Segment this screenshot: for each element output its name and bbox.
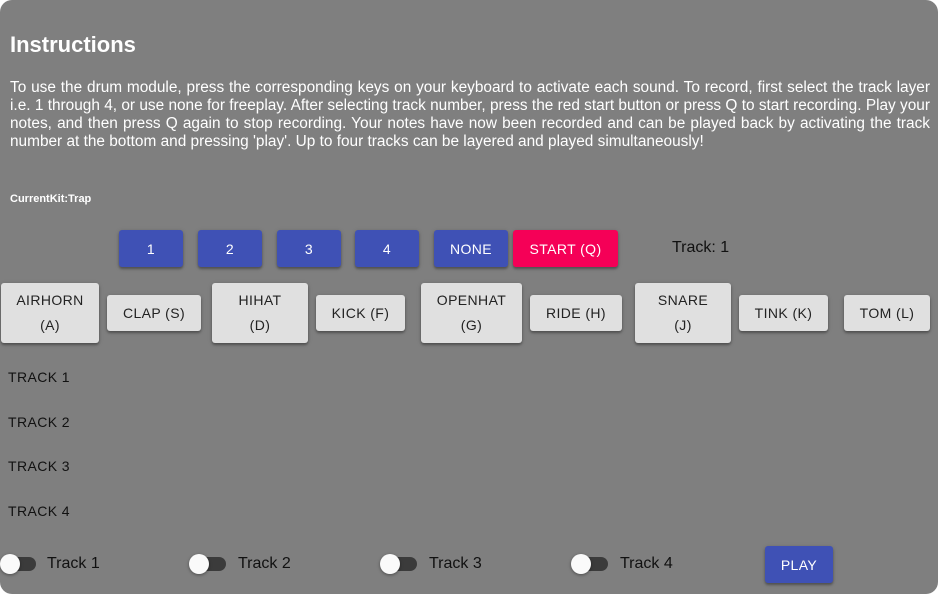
track-2-lane-label: TRACK 2 xyxy=(8,414,70,430)
track-4-button[interactable]: 4 xyxy=(355,230,419,267)
play-button[interactable]: PLAY xyxy=(765,546,833,583)
track-4-toggle-thumb[interactable] xyxy=(571,554,591,574)
track-2-toggle-label: Track 2 xyxy=(238,555,291,572)
track-1-button[interactable]: 1 xyxy=(119,230,183,267)
openhat-pad-name: OPENHAT xyxy=(436,292,507,308)
instructions-title: Instructions xyxy=(10,32,136,57)
tom-pad[interactable]: TOM (L) xyxy=(844,295,930,331)
track-2-toggle-thumb[interactable] xyxy=(189,554,209,574)
kick-pad[interactable]: KICK (F) xyxy=(316,295,405,331)
snare-pad[interactable]: SNARE (J) xyxy=(635,283,731,343)
track-1-toggle-thumb[interactable] xyxy=(0,554,20,574)
none-button[interactable]: NONE xyxy=(434,230,508,267)
airhorn-pad-key: (A) xyxy=(40,317,60,333)
current-track-label: Track: 1 xyxy=(672,239,730,256)
openhat-pad[interactable]: OPENHAT (G) xyxy=(421,283,522,343)
track-4-toggle-label: Track 4 xyxy=(620,555,673,572)
snare-pad-name: SNARE xyxy=(657,292,709,308)
hihat-pad-name: HIHAT xyxy=(238,292,282,308)
airhorn-pad-name: AIRHORN xyxy=(16,292,84,308)
drum-module-panel: Instructions To use the drum module, pre… xyxy=(0,0,938,594)
ride-pad[interactable]: RIDE (H) xyxy=(530,295,622,331)
track-3-lane-label: TRACK 3 xyxy=(8,458,70,474)
instructions-text: To use the drum module, press the corres… xyxy=(10,79,930,150)
track-3-toggle-label: Track 3 xyxy=(429,555,482,572)
start-record-button[interactable]: START (Q) xyxy=(513,230,618,267)
tink-pad[interactable]: TINK (K) xyxy=(739,295,828,331)
track-3-button[interactable]: 3 xyxy=(277,230,341,267)
snare-pad-key: (J) xyxy=(674,317,692,333)
airhorn-pad[interactable]: AIRHORN (A) xyxy=(1,283,99,343)
clap-pad[interactable]: CLAP (S) xyxy=(107,295,201,331)
track-2-button[interactable]: 2 xyxy=(198,230,262,267)
hihat-pad[interactable]: HIHAT (D) xyxy=(212,283,308,343)
openhat-pad-key: (G) xyxy=(460,317,483,333)
hihat-pad-key: (D) xyxy=(249,317,271,333)
current-kit-label: CurrentKit:Trap xyxy=(10,193,92,205)
track-1-toggle-label: Track 1 xyxy=(47,555,100,572)
track-4-lane-label: TRACK 4 xyxy=(8,503,70,519)
track-1-lane-label: TRACK 1 xyxy=(8,369,70,385)
track-3-toggle-thumb[interactable] xyxy=(380,554,400,574)
